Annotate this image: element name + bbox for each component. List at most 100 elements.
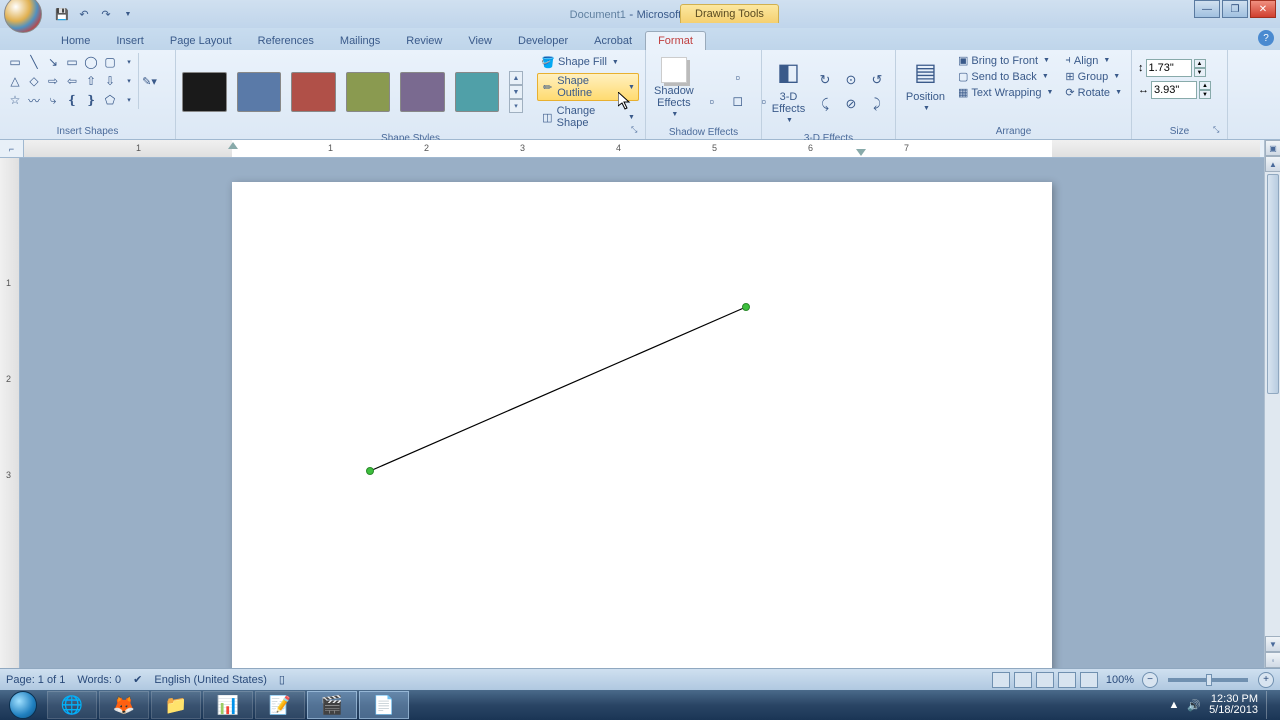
tray-network-icon[interactable]: 🔊 [1187,699,1201,712]
shape-line-icon[interactable]: ╲ [25,53,43,71]
shadow-effects-button[interactable]: Shadow Effects▼ [652,53,696,125]
start-button[interactable] [0,690,46,720]
shape-connector-icon[interactable]: ⤷ [44,91,62,109]
language-indicator[interactable]: English (United States) [154,674,267,686]
tray-flag-icon[interactable]: ▲ [1168,699,1179,711]
shape-darrow-icon[interactable]: ⇩ [101,72,119,90]
vertical-ruler[interactable]: 1 2 3 [0,158,20,668]
width-down[interactable]: ▼ [1199,90,1211,99]
width-up[interactable]: ▲ [1199,81,1211,90]
tab-references[interactable]: References [245,31,327,50]
taskbar-word[interactable]: 📄 [359,691,409,719]
styles-scroll-down[interactable]: ▼ [509,85,523,99]
proofing-icon[interactable]: ✔ [133,673,142,686]
shape-roundrect-icon[interactable]: ▢ [101,53,119,71]
zoom-in[interactable]: + [1258,672,1274,688]
shape-styles-launcher[interactable]: ⤡ [631,125,643,137]
shape-uarrow-icon[interactable]: ⇧ [82,72,100,90]
view-web[interactable] [1036,672,1054,688]
width-input[interactable] [1151,81,1197,99]
height-up[interactable]: ▲ [1194,59,1206,68]
position-button[interactable]: ▤ Position▼ [902,53,949,119]
zoom-slider[interactable] [1168,678,1248,682]
horizontal-ruler[interactable]: ⌐ 1 1 2 3 4 5 6 7 [0,140,1280,158]
align-button[interactable]: ⫞Align▼ [1062,53,1125,68]
view-outline[interactable] [1058,672,1076,688]
show-desktop[interactable] [1266,691,1274,719]
shape-larrow-icon[interactable]: ⇦ [63,72,81,90]
word-count[interactable]: Words: 0 [77,674,121,686]
shape-handle-end[interactable] [742,303,750,311]
view-full-screen[interactable] [1014,672,1032,688]
help-button[interactable]: ? [1258,30,1274,46]
scroll-down[interactable]: ▼ [1265,636,1280,652]
shape-curve-icon[interactable]: 〰 [25,91,43,109]
taskbar-notepad[interactable]: 📝 [255,691,305,719]
document-page[interactable] [232,182,1052,668]
tilt-left-icon[interactable]: ⤹ [813,93,837,115]
tab-selector[interactable]: ⌐ [0,140,24,158]
shape-textbox-icon[interactable]: ▭ [6,53,24,71]
height-down[interactable]: ▼ [1194,68,1206,77]
text-wrapping-button[interactable]: ▦Text Wrapping▼ [955,85,1056,100]
shape-outline-button[interactable]: ✏ Shape Outline▼ [537,73,639,101]
taskbar-chrome[interactable]: 🌐 [47,691,97,719]
shape-more3-icon[interactable]: ▾ [120,91,138,109]
3d-effects-button[interactable]: ◧ 3-D Effects▼ [768,53,809,131]
page-indicator[interactable]: Page: 1 of 1 [6,674,65,686]
tilt-up-icon[interactable]: ↻ [813,69,837,91]
close-button[interactable]: ✕ [1250,0,1276,18]
scroll-thumb[interactable] [1267,174,1279,394]
shape-callout-icon[interactable]: ⬠ [101,91,119,109]
tab-review[interactable]: Review [393,31,455,50]
right-indent-marker[interactable] [856,149,866,156]
shape-rect-icon[interactable]: ▭ [63,53,81,71]
rotate-button[interactable]: ⟳Rotate▼ [1062,85,1125,100]
zoom-out[interactable]: − [1142,672,1158,688]
height-input[interactable] [1146,59,1192,77]
style-swatch-2[interactable] [237,72,282,112]
tilt-center-icon[interactable]: ⊙ [839,69,863,91]
bring-to-front-button[interactable]: ▣Bring to Front▼ [955,53,1056,68]
size-launcher[interactable]: ⤡ [1213,125,1225,137]
redo-icon[interactable]: ↷ [96,4,116,24]
shape-more1-icon[interactable]: ▾ [120,53,138,71]
style-swatch-1[interactable] [182,72,227,112]
shape-arrow-icon[interactable]: ↘ [44,53,62,71]
minimize-button[interactable]: — [1194,0,1220,18]
tilt-r2-icon[interactable]: ⤸ [865,93,889,115]
shape-oval-icon[interactable]: ◯ [82,53,100,71]
maximize-button[interactable]: ❐ [1222,0,1248,18]
taskbar-explorer[interactable]: 📁 [151,691,201,719]
shape-more2-icon[interactable]: ▾ [120,72,138,90]
styles-more[interactable]: ▾ [509,99,523,113]
shape-star-icon[interactable]: ☆ [6,91,24,109]
vertical-scrollbar[interactable]: ▣ ▲ ▼ ◦ [1264,140,1280,668]
shadow-left-icon[interactable]: ▫ [700,90,724,112]
zoom-level[interactable]: 100% [1106,674,1134,686]
scroll-up[interactable]: ▲ [1265,156,1280,172]
shape-triangle-icon[interactable]: △ [6,72,24,90]
tab-home[interactable]: Home [48,31,103,50]
taskbar-excel[interactable]: 📊 [203,691,253,719]
shadow-toggle-icon[interactable]: ◻ [726,90,750,112]
line-shape[interactable] [232,182,1052,668]
tab-developer[interactable]: Developer [505,31,581,50]
send-to-back-button[interactable]: ▢Send to Back▼ [955,69,1056,84]
prev-page[interactable]: ◦ [1265,652,1280,668]
group-button[interactable]: ⊞Group▼ [1062,69,1125,84]
system-tray[interactable]: ▲ 🔊 12:30 PM 5/18/2013 [1168,691,1280,719]
tab-insert[interactable]: Insert [103,31,157,50]
tilt-right-icon[interactable]: ↺ [865,69,889,91]
styles-scroll-up[interactable]: ▲ [509,71,523,85]
change-shape-button[interactable]: ◫ Change Shape▼ [537,103,639,131]
style-swatch-4[interactable] [346,72,391,112]
tab-page-layout[interactable]: Page Layout [157,31,245,50]
style-swatch-6[interactable] [455,72,500,112]
save-icon[interactable]: 💾 [52,4,72,24]
tab-acrobat[interactable]: Acrobat [581,31,645,50]
macro-indicator[interactable]: ▯ [279,673,285,686]
taskbar-firefox[interactable]: 🦊 [99,691,149,719]
shadow-up-icon[interactable]: ▫ [726,66,750,88]
style-swatch-5[interactable] [400,72,445,112]
